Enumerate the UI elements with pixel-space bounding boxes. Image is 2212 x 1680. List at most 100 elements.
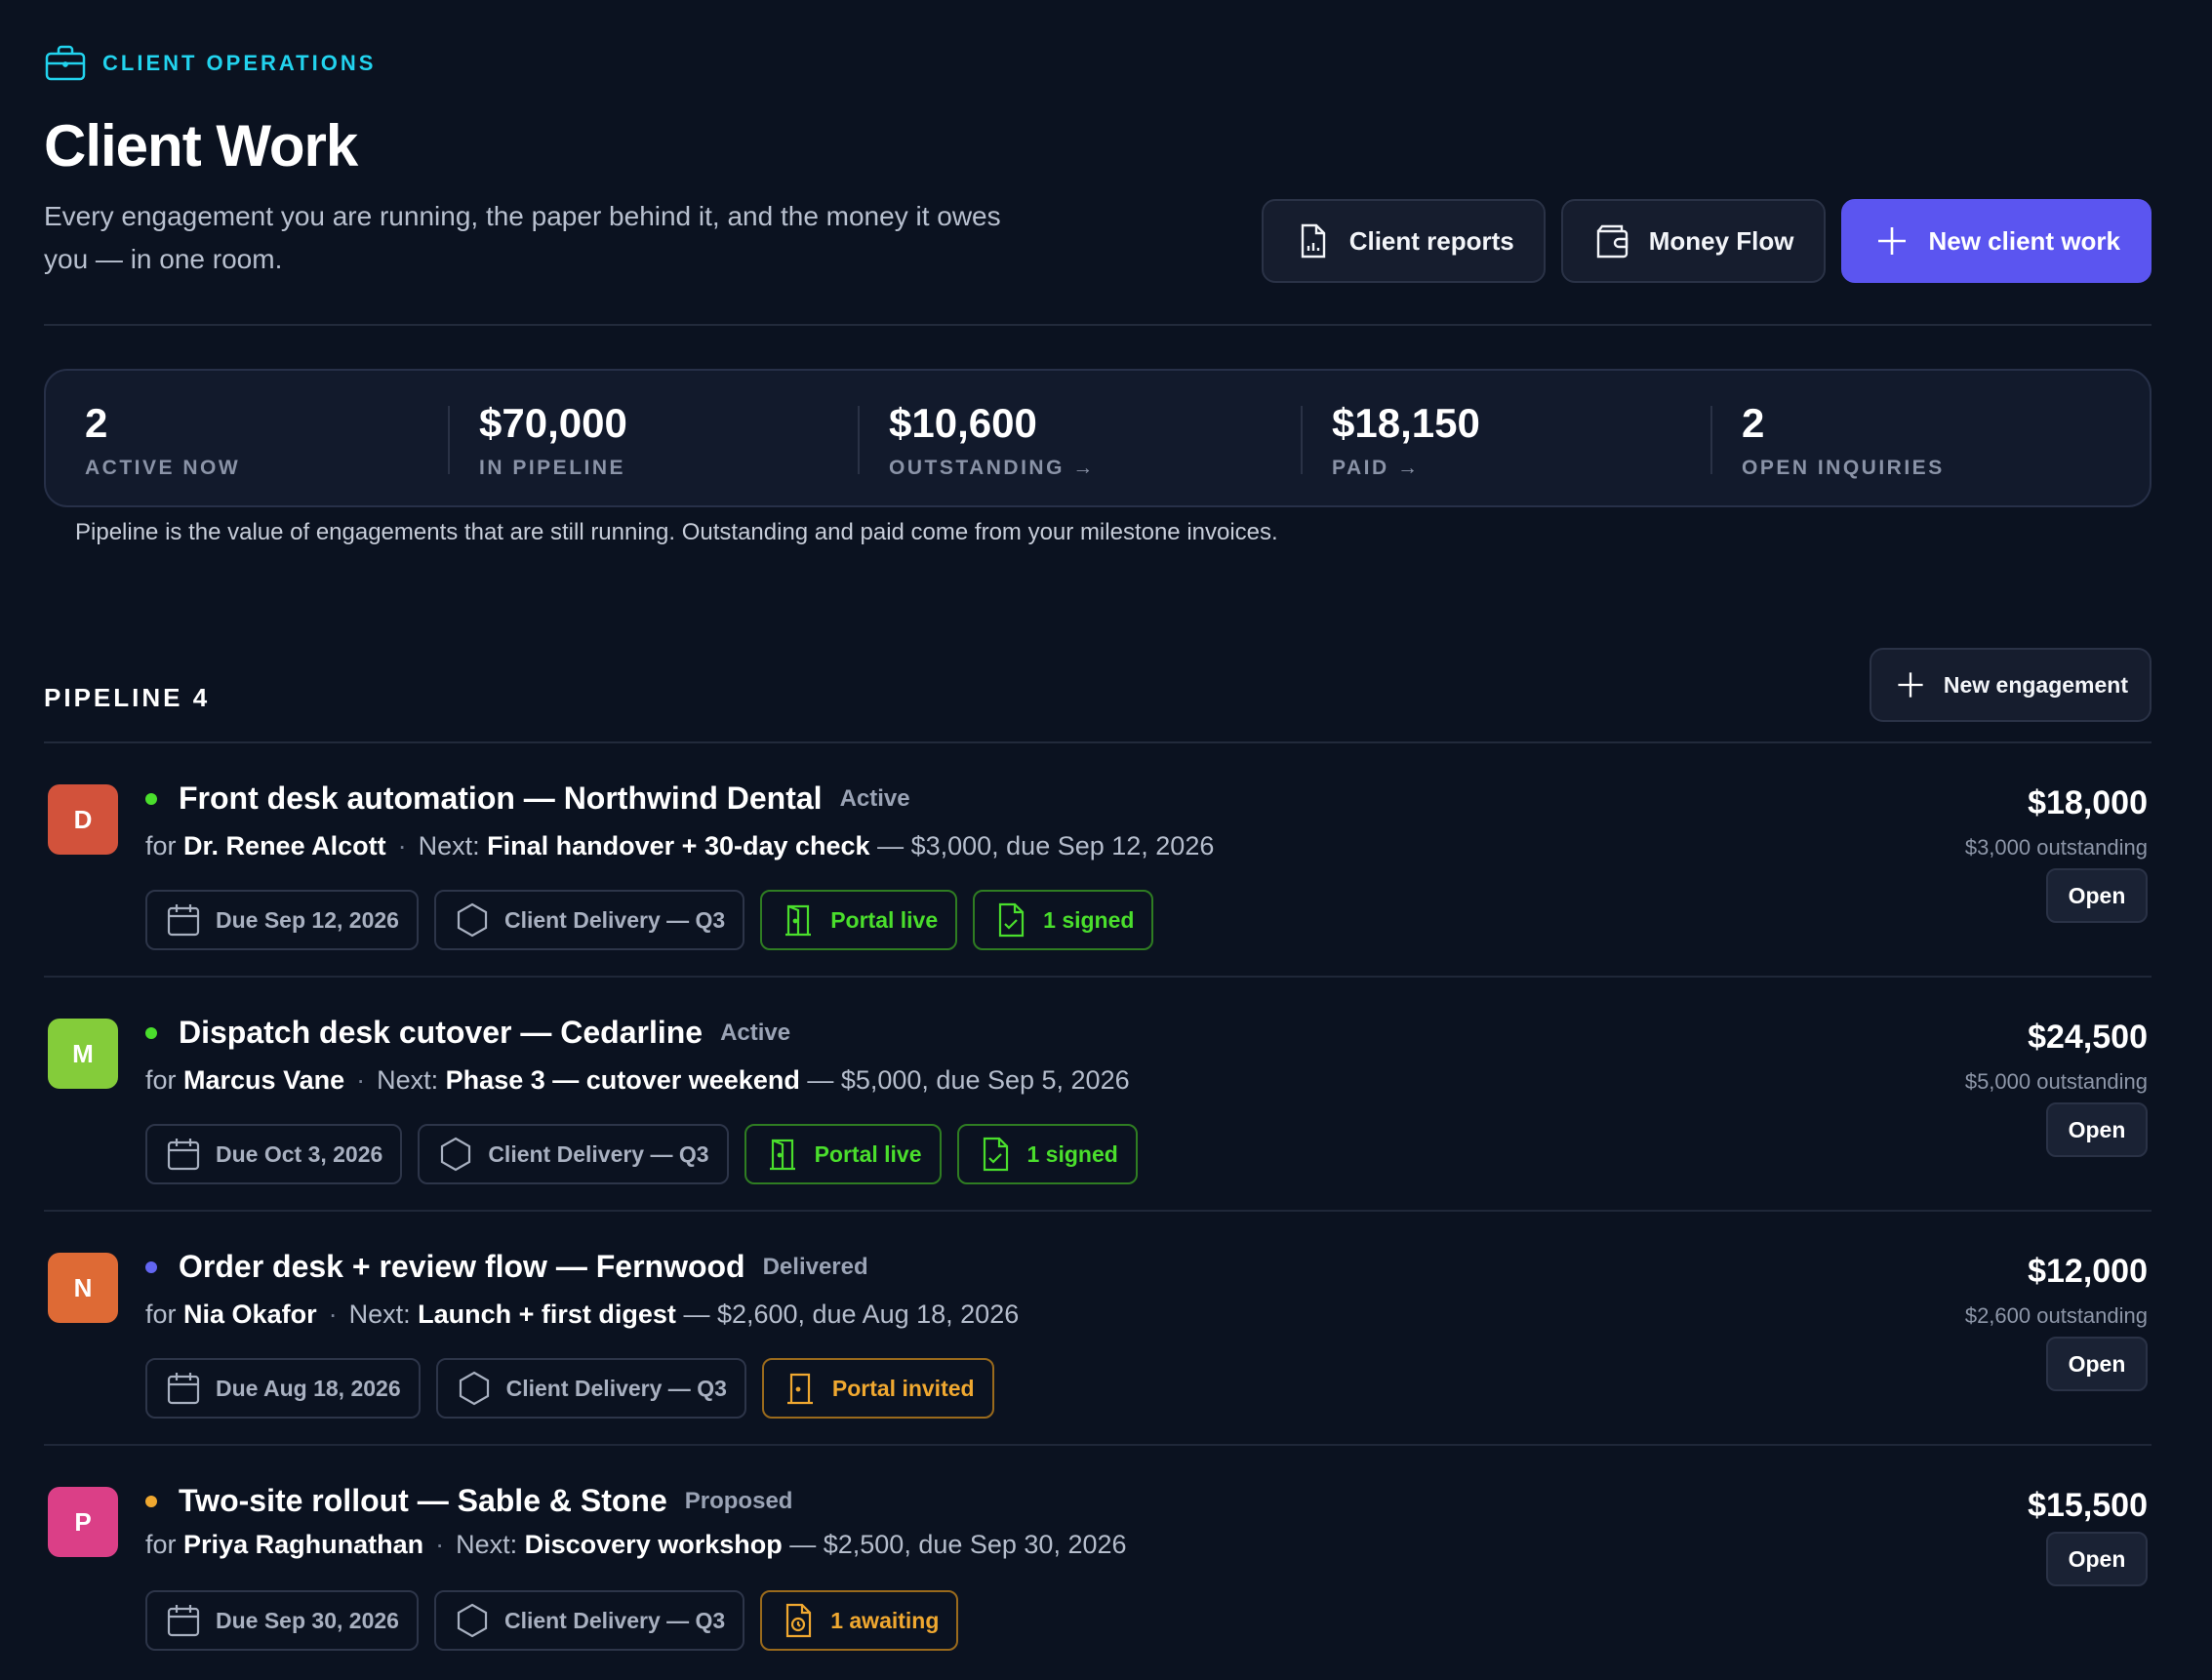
engagement-row[interactable]: N Order desk + review flow — Fernwood De…	[44, 1212, 2152, 1446]
status-badge: Active	[839, 784, 910, 812]
file-clock-icon	[786, 1603, 812, 1638]
docs-chip[interactable]: 1 signed	[973, 890, 1154, 950]
status-dot	[145, 1495, 157, 1507]
door-open-icon	[785, 904, 812, 937]
engagement-chips: Due Sep 12, 2026 Client Delivery — Q3 Po…	[145, 890, 1154, 950]
money-flow-label: Money Flow	[1648, 225, 1794, 256]
hexagon-icon	[459, 1371, 489, 1406]
avatar: D	[48, 784, 118, 855]
open-button[interactable]: Open	[2046, 868, 2148, 923]
calendar-icon	[167, 1605, 200, 1637]
project-chip[interactable]: Client Delivery — Q3	[433, 890, 745, 950]
open-button[interactable]: Open	[2046, 1337, 2148, 1391]
outstanding-amount: $2,600 outstanding	[1964, 1303, 2148, 1328]
engagement-amount: $24,500	[2028, 1019, 2148, 1056]
money-flow-button[interactable]: Money Flow	[1560, 199, 1826, 283]
status-dot	[145, 1026, 157, 1039]
stat-label: OPEN INQUIRIES	[1742, 457, 1945, 479]
for-label: for	[145, 1530, 177, 1559]
pipeline-count: 4	[192, 683, 211, 712]
status-dot	[145, 1260, 157, 1273]
next-detail: — $3,000, due Sep 12, 2026	[877, 831, 1215, 860]
portal-chip[interactable]: Portal live	[744, 1124, 942, 1184]
header-actions: Client reports Money Flow New client wor…	[1261, 199, 2152, 283]
engagement-row[interactable]: M Dispatch desk cutover — Cedarline Acti…	[44, 978, 2152, 1212]
docs-chip[interactable]: 1 signed	[956, 1124, 1138, 1184]
open-button[interactable]: Open	[2046, 1102, 2148, 1157]
due-chip: Due Oct 3, 2026	[145, 1124, 403, 1184]
project-chip[interactable]: Client Delivery — Q3	[433, 1590, 745, 1651]
new-client-work-button[interactable]: New client work	[1840, 199, 2152, 283]
new-engagement-button[interactable]: New engagement	[1869, 648, 2152, 722]
next-milestone: Launch + first digest	[418, 1300, 676, 1329]
file-check-icon	[999, 902, 1025, 938]
due-chip: Due Sep 12, 2026	[145, 890, 419, 950]
stats-note: Pipeline is the value of engagements tha…	[75, 519, 1278, 545]
stat-open-inquiries: 2 OPEN INQUIRIES	[1742, 394, 1945, 480]
due-label: Due Aug 18, 2026	[216, 1375, 401, 1401]
hexagon-icon	[457, 902, 488, 938]
new-engagement-label: New engagement	[1943, 671, 2128, 698]
eyebrow-label: CLIENT OPERATIONS	[102, 51, 377, 75]
stat-divider	[858, 406, 860, 474]
engagement-title: Dispatch desk cutover — Cedarline Active	[145, 1015, 790, 1051]
project-label: Client Delivery — Q3	[488, 1140, 709, 1167]
report-file-icon	[1301, 223, 1325, 259]
stat-label: PAID →	[1332, 457, 1421, 479]
project-label: Client Delivery — Q3	[505, 1375, 727, 1401]
next-milestone: Discovery workshop	[524, 1530, 783, 1559]
hexagon-icon	[441, 1137, 471, 1172]
for-label: for	[145, 831, 177, 860]
briefcase-icon	[45, 45, 86, 81]
door-open-icon	[769, 1139, 795, 1171]
portal-chip[interactable]: Portal invited	[761, 1358, 994, 1419]
due-label: Due Oct 3, 2026	[216, 1140, 383, 1167]
client-reports-label: Client reports	[1348, 225, 1514, 256]
open-button[interactable]: Open	[2046, 1532, 2148, 1586]
next-milestone: Phase 3 — cutover weekend	[445, 1065, 800, 1095]
client-reports-button[interactable]: Client reports	[1261, 199, 1546, 283]
stat-label: OUTSTANDING →	[889, 457, 1096, 479]
eyebrow: CLIENT OPERATIONS	[44, 44, 376, 83]
next-label: Next:	[348, 1300, 411, 1329]
for-label: for	[145, 1065, 177, 1095]
stat-paid[interactable]: $18,150 PAID →	[1332, 394, 1480, 480]
stat-value: $18,150	[1332, 400, 1480, 446]
stat-outstanding[interactable]: $10,600 OUTSTANDING →	[889, 394, 1096, 480]
calendar-icon	[167, 1139, 200, 1171]
engagement-amount: $18,000	[2028, 784, 2148, 821]
engagement-name[interactable]: Order desk + review flow — Fernwood	[179, 1249, 745, 1285]
file-check-icon	[983, 1137, 1008, 1172]
stat-active-now: 2 ACTIVE NOW	[85, 394, 240, 480]
engagement-name[interactable]: Two-site rollout — Sable & Stone	[179, 1483, 667, 1519]
stat-divider	[1710, 406, 1712, 474]
page-title: Client Work	[44, 113, 358, 179]
portal-label: Portal live	[830, 906, 939, 933]
engagement-row[interactable]: P Two-site rollout — Sable & Stone Propo…	[44, 1446, 2152, 1680]
door-icon	[786, 1373, 813, 1405]
engagement-row[interactable]: D Front desk automation — Northwind Dent…	[44, 743, 2152, 978]
engagement-name[interactable]: Front desk automation — Northwind Dental	[179, 780, 823, 817]
project-chip[interactable]: Client Delivery — Q3	[435, 1358, 746, 1419]
docs-label: 1 signed	[1026, 1140, 1118, 1167]
stat-value: $10,600	[889, 400, 1037, 446]
docs-label: 1 signed	[1043, 906, 1135, 933]
next-label: Next:	[418, 831, 480, 860]
due-chip: Due Aug 18, 2026	[145, 1358, 421, 1419]
page-subtitle: Every engagement you are running, the pa…	[44, 201, 1001, 274]
engagement-amount: $15,500	[2028, 1487, 2148, 1524]
stat-in-pipeline: $70,000 IN PIPELINE	[479, 394, 627, 480]
status-badge: Delivered	[762, 1253, 868, 1280]
next-detail: — $2,600, due Aug 18, 2026	[683, 1300, 1020, 1329]
docs-chip[interactable]: 1 awaiting	[760, 1590, 959, 1651]
calendar-icon	[167, 1373, 200, 1405]
stat-value: 2	[85, 400, 108, 446]
engagement-chips: Due Aug 18, 2026 Client Delivery — Q3 Po…	[145, 1358, 994, 1419]
project-chip[interactable]: Client Delivery — Q3	[418, 1124, 729, 1184]
project-label: Client Delivery — Q3	[503, 1607, 726, 1633]
portal-chip[interactable]: Portal live	[760, 890, 958, 950]
stat-label: ACTIVE NOW	[85, 457, 241, 479]
status-badge: Active	[720, 1019, 791, 1046]
engagement-subline: for Nia Okafor · Next: Launch + first dige…	[145, 1300, 1020, 1329]
engagement-name[interactable]: Dispatch desk cutover — Cedarline	[179, 1015, 703, 1051]
